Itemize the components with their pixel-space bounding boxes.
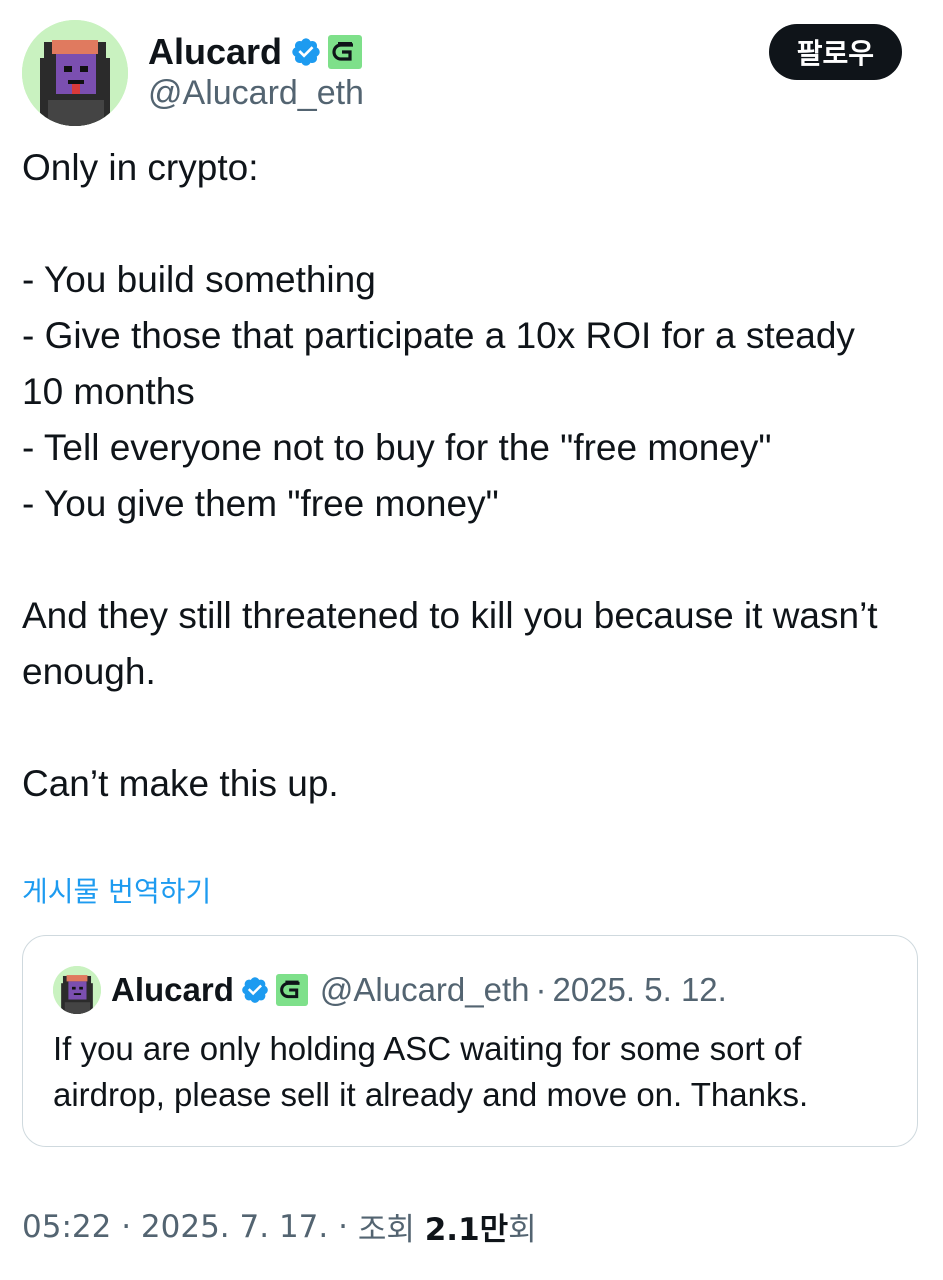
- tweet-meta-footer: 05:22 · 2025. 7. 17. · 조회 2.1만 회: [22, 1204, 537, 1249]
- quoted-tweet-text: If you are only holding ASC waiting for …: [53, 1030, 809, 1113]
- tweet-header: Alucard @Alucard_eth 팔로우: [22, 20, 902, 128]
- views-count: 2.1만: [424, 1212, 509, 1248]
- meta-separator: ·: [111, 1208, 141, 1245]
- quoted-date: 2025. 5. 12.: [552, 971, 727, 1008]
- quoted-author-avatar: [53, 966, 101, 1014]
- author-handle[interactable]: @Alucard_eth: [148, 74, 364, 113]
- tweet-time: 05:22: [22, 1208, 112, 1245]
- tweet-line: Can’t make this up.: [22, 763, 339, 804]
- quoted-author-name: Alucard: [111, 971, 234, 1008]
- tweet-line: - You build something: [22, 259, 376, 300]
- pixel-hooded-character-icon: [22, 20, 128, 126]
- quoted-separator: ·: [535, 971, 547, 1008]
- tweet-line: Only in crypto:: [22, 147, 259, 188]
- views-suffix: 회: [508, 1212, 537, 1248]
- views-label: 조회: [357, 1212, 425, 1248]
- author-avatar[interactable]: [22, 20, 128, 126]
- meta-separator: ·: [328, 1208, 358, 1245]
- translate-post-link[interactable]: 게시물 번역하기: [22, 870, 211, 910]
- pixel-hooded-character-icon: [53, 966, 101, 1014]
- verified-badge-icon: [292, 38, 320, 66]
- quoted-tweet-card[interactable]: Alucard @Alucard_eth · 2025. 5. 12. If y…: [22, 935, 918, 1147]
- follow-button[interactable]: 팔로우: [768, 24, 902, 80]
- tweet-line: - Tell everyone not to buy for the "free…: [22, 427, 772, 468]
- tweet-text: Only in crypto: - You build something - …: [22, 140, 902, 812]
- quoted-tweet-header: Alucard @Alucard_eth · 2025. 5. 12.: [53, 966, 727, 1014]
- author-name-row: Alucard: [148, 30, 363, 74]
- tweet-line: - Give those that participate a 10x ROI …: [22, 315, 866, 412]
- author-display-name[interactable]: Alucard: [148, 31, 282, 73]
- green-affiliate-badge-icon: [275, 974, 308, 1006]
- quoted-author-handle: @Alucard_eth: [319, 971, 530, 1008]
- green-affiliate-badge-icon: [328, 35, 363, 69]
- tweet-date: 2025. 7. 17.: [140, 1208, 329, 1245]
- verified-badge-icon: [242, 977, 268, 1003]
- tweet-line: - You give them "free money": [22, 483, 499, 524]
- tweet-line: And they still threatened to kill you be…: [22, 595, 888, 692]
